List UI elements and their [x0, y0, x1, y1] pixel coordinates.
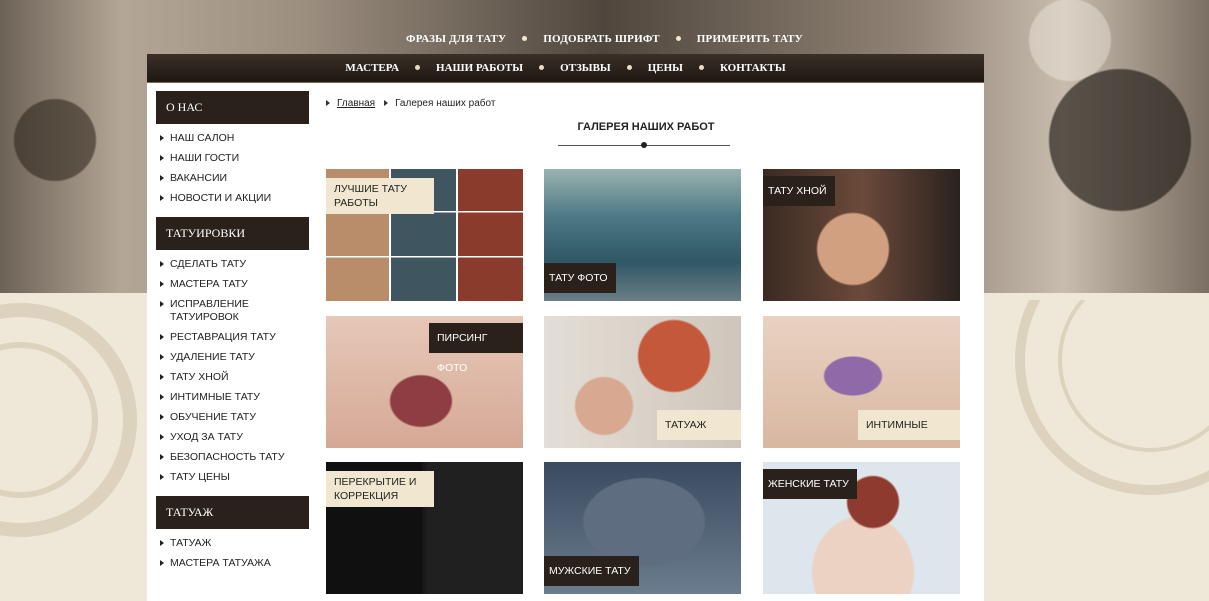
gallery-tile-piercing[interactable]: Пирсинг фото [326, 316, 523, 448]
sidebar-item-tatuazh[interactable]: Татуаж [156, 537, 309, 550]
menu-separator-dot [675, 36, 681, 42]
sidebar-item-make-tattoo[interactable]: Сделать тату [156, 258, 309, 271]
decorative-pattern-right [1015, 300, 1209, 495]
gallery-tile-women[interactable]: Женские тату [763, 462, 960, 594]
sidebar-heading-tattoos: Татуировки [156, 217, 309, 250]
breadcrumb-arrow-icon [326, 100, 330, 107]
menu-separator-dot [415, 65, 421, 71]
main-menu-masters[interactable]: Мастера [345, 62, 399, 74]
main-menu-reviews[interactable]: Отзывы [560, 62, 611, 74]
gallery-tile-coverup[interactable]: Перекрытие и коррекция [326, 462, 523, 594]
gallery-label: Мужские тату [544, 556, 639, 586]
decorative-pattern-left [0, 303, 137, 537]
gallery-tile-tatuazh[interactable]: Татуаж фото [544, 316, 741, 448]
sidebar-item-tatuazh-masters[interactable]: Мастера татуажа [156, 557, 309, 570]
sidebar-item-intimate[interactable]: Интимные тату [156, 391, 309, 404]
sidebar-item-salon[interactable]: Наш салон [156, 132, 309, 145]
sidebar-item-correction[interactable]: Исправление татуировок [156, 298, 309, 324]
sidebar-item-tattoo-masters[interactable]: Мастера тату [156, 278, 309, 291]
top-menu-font[interactable]: Подобрать шрифт [543, 33, 659, 45]
sidebar-item-vacancies[interactable]: Вакансии [156, 172, 309, 185]
breadcrumb-arrow-icon [384, 100, 389, 107]
gallery-label: Лучшие тату работы [326, 178, 434, 214]
main-menu-prices[interactable]: Цены [648, 62, 683, 74]
sidebar-item-removal[interactable]: Удаление тату [156, 351, 309, 364]
menu-separator-dot [698, 65, 704, 71]
main-menu-contacts[interactable]: Контакты [720, 62, 786, 74]
sidebar: О нас Наш салон Наши гости Вакансии Ново… [156, 91, 309, 577]
sidebar-item-guests[interactable]: Наши гости [156, 152, 309, 165]
sidebar-item-restoration[interactable]: Реставрация тату [156, 331, 309, 344]
top-menu-phrases[interactable]: Фразы для тату [406, 33, 506, 45]
gallery-label: Женские тату [763, 469, 857, 499]
main-menu: Мастера Наши работы Отзывы Цены Контакты [147, 54, 984, 83]
sidebar-heading-tatuazh: Татуаж [156, 496, 309, 529]
breadcrumb-current: Галерея наших работ [395, 98, 496, 109]
menu-separator-dot [539, 65, 545, 71]
gallery-tile-best-works[interactable]: Лучшие тату работы [326, 169, 523, 301]
top-menu: Фразы для тату Подобрать шрифт Примерить т… [0, 33, 1209, 47]
sidebar-item-news[interactable]: Новости и акции [156, 192, 309, 205]
gallery-label: Тату фото [544, 263, 616, 293]
gallery-tile-intimate[interactable]: Интимные тату [763, 316, 960, 448]
sidebar-list-about: Наш салон Наши гости Вакансии Новости и … [156, 124, 309, 205]
sidebar-item-care[interactable]: Уход за тату [156, 431, 309, 444]
sidebar-item-prices[interactable]: Тату цены [156, 471, 309, 484]
gallery-label: Интимные тату [858, 410, 960, 440]
breadcrumb-home-link[interactable]: Главная [337, 98, 375, 109]
gallery-label: Пирсинг фото [429, 323, 523, 374]
sidebar-item-training[interactable]: Обучение тату [156, 411, 309, 424]
gallery-label: Перекрытие и коррекция [326, 471, 434, 507]
content-area: О нас Наш салон Наши гости Вакансии Ново… [147, 83, 984, 601]
gallery-tile-tattoo-photo[interactable]: Тату фото [544, 169, 741, 301]
sidebar-item-safety[interactable]: Безопасность тату [156, 451, 309, 464]
page-title: Галерея наших работ [577, 121, 715, 133]
title-divider-dot [641, 142, 647, 148]
gallery-label: Татуаж фото [657, 410, 741, 440]
top-menu-try-tattoo[interactable]: Примерить тату [697, 33, 803, 45]
sidebar-heading-about: О нас [156, 91, 309, 124]
sidebar-list-tattoos: Сделать тату Мастера тату Исправление та… [156, 250, 309, 484]
sidebar-item-henna[interactable]: Тату хной [156, 371, 309, 384]
main-menu-works[interactable]: Наши работы [436, 62, 523, 74]
sidebar-list-tatuazh: Татуаж Мастера татуажа [156, 529, 309, 570]
menu-separator-dot [626, 65, 632, 71]
menu-separator-dot [522, 36, 528, 42]
gallery-label: Тату хной [763, 176, 835, 206]
gallery-tile-henna[interactable]: Тату хной [763, 169, 960, 301]
gallery-tile-men[interactable]: Мужские тату [544, 462, 741, 594]
breadcrumb: Главная Галерея наших работ [326, 98, 495, 109]
